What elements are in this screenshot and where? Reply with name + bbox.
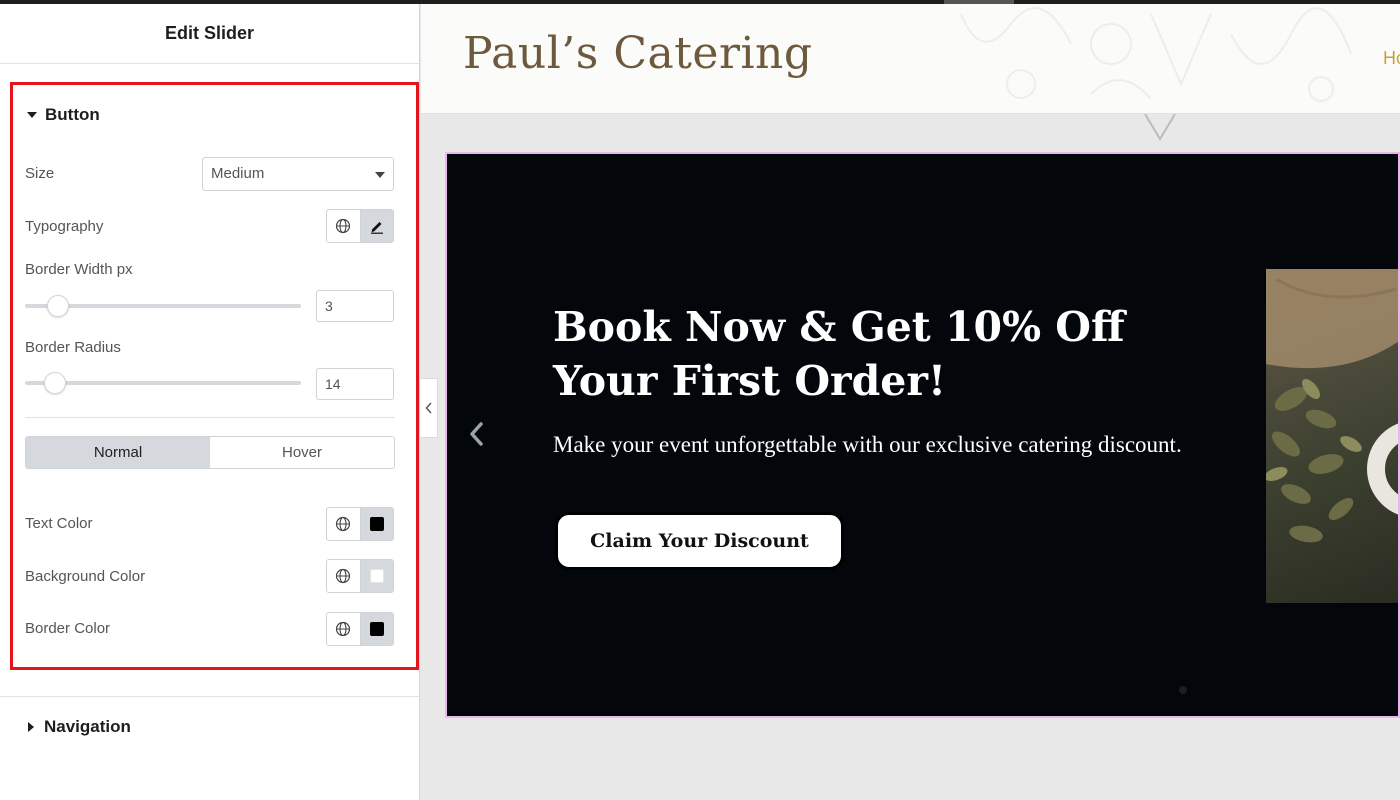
border-width-input[interactable] <box>316 290 394 322</box>
typography-global-button[interactable] <box>327 210 360 242</box>
site-header: Paul’s Catering Ho <box>421 4 1400 114</box>
chevron-left-icon[interactable] <box>465 416 489 452</box>
panel-collapse-button[interactable] <box>420 378 438 438</box>
slide-food-image <box>1266 269 1398 603</box>
navigation-section: Navigation <box>0 696 419 756</box>
slide-description: Make your event unforgettable with our e… <box>553 432 1182 457</box>
section-divider <box>25 417 395 418</box>
background-color-label: Background Color <box>25 568 146 585</box>
globe-icon <box>336 568 351 584</box>
text-color-controls <box>326 507 394 541</box>
caret-right-icon <box>28 722 34 732</box>
border-width-slider[interactable] <box>25 295 301 317</box>
background-color-picker[interactable] <box>359 560 393 592</box>
background-color-controls <box>326 559 394 593</box>
button-section-title: Button <box>45 105 100 124</box>
text-color-swatch <box>369 517 384 531</box>
site-title[interactable]: Paul’s Catering <box>463 28 813 79</box>
size-label: Size <box>25 165 55 182</box>
globe-icon <box>336 621 351 637</box>
typography-edit-button[interactable] <box>359 210 393 242</box>
globe-icon <box>336 516 351 532</box>
typography-label: Typography <box>25 218 104 235</box>
decorative-pattern <box>960 7 1352 102</box>
border-color-label: Border Color <box>25 620 111 637</box>
text-color-global-button[interactable] <box>327 508 360 540</box>
globe-icon <box>336 218 351 234</box>
chevron-left-icon <box>424 402 432 414</box>
caret-down-icon <box>27 112 37 118</box>
typography-controls <box>326 209 394 243</box>
navigation-section-header[interactable]: Navigation <box>28 717 131 737</box>
panel-title: Edit Slider <box>0 4 419 64</box>
border-radius-input[interactable] <box>316 368 394 400</box>
text-color-label: Text Color <box>25 515 93 532</box>
text-color-picker[interactable] <box>359 508 393 540</box>
slide-heading: Book Now & Get 10% Off Your First Order! <box>553 303 1125 405</box>
slider-pagination-dot[interactable] <box>1179 686 1187 694</box>
size-select-value: Medium <box>211 165 265 182</box>
border-radius-label: Border Radius <box>25 339 121 356</box>
chevron-down-icon <box>375 172 385 178</box>
navigation-section-title: Navigation <box>44 717 131 736</box>
editor-panel: Edit Slider Button Size Medium Typograph… <box>0 4 420 800</box>
border-radius-slider-handle[interactable] <box>44 372 67 394</box>
size-select[interactable]: Medium <box>202 157 394 191</box>
claim-discount-button[interactable]: Claim Your Discount <box>555 512 844 570</box>
food-photo-illustration <box>1266 269 1398 543</box>
dropdown-arrow-icon <box>1144 113 1176 141</box>
background-color-swatch <box>369 569 384 583</box>
tab-hover[interactable]: Hover <box>210 437 394 468</box>
pencil-icon <box>370 222 383 234</box>
border-width-slider-handle[interactable] <box>47 295 70 317</box>
site-nav-item-partial[interactable]: Ho <box>1383 48 1400 69</box>
state-tabs: Normal Hover <box>25 436 395 469</box>
border-color-global-button[interactable] <box>327 613 360 645</box>
border-color-swatch <box>369 622 384 636</box>
button-section-header[interactable]: Button <box>27 105 100 125</box>
tab-normal[interactable]: Normal <box>26 437 210 468</box>
border-radius-slider[interactable] <box>25 372 301 394</box>
border-width-label: Border Width px <box>25 261 133 278</box>
background-color-global-button[interactable] <box>327 560 360 592</box>
hero-slider: Book Now & Get 10% Off Your First Order!… <box>445 152 1400 718</box>
border-color-controls <box>326 612 394 646</box>
button-section: Button Size Medium Typography Border Wid… <box>10 82 419 670</box>
border-color-picker[interactable] <box>359 613 393 645</box>
